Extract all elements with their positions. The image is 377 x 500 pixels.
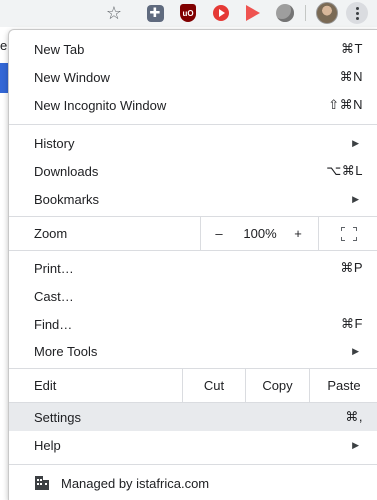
menu-separator (9, 250, 377, 251)
menu-item-label: Help (34, 437, 61, 453)
zoom-level: 100% (237, 217, 283, 250)
youtube-extension-icon[interactable] (211, 3, 231, 23)
menu-item-label: Print… (34, 260, 74, 276)
menu-item-find[interactable]: Find… ⌘F (9, 310, 377, 338)
menu-item-label: History (34, 135, 75, 151)
zoom-label: Zoom (34, 226, 68, 241)
menu-item-settings[interactable]: Settings ⌘, (9, 403, 377, 431)
edit-row: Edit Cut Copy Paste (9, 369, 377, 402)
puzzle-extension-glyph: ✚ (146, 4, 164, 22)
zoom-out-button[interactable]: – (208, 217, 230, 250)
chevron-right-icon: ▶ (352, 439, 359, 450)
gray-extension-icon[interactable] (275, 3, 295, 23)
zoom-level-value: 100% (243, 226, 277, 241)
copy-button[interactable]: Copy (246, 369, 309, 402)
managed-by-label: Managed by istafrica.com (61, 476, 210, 491)
zoom-row: Zoom – 100% + (9, 217, 377, 250)
menu-item-help[interactable]: Help ▶ (9, 431, 377, 459)
chevron-right-icon: ▶ (352, 137, 359, 148)
zoom-out-label: – (215, 226, 223, 241)
page-blue-strip (0, 63, 8, 93)
menu-item-label: Find… (34, 316, 73, 332)
menu-item-label: Settings (34, 409, 81, 425)
zoom-in-label: + (294, 226, 302, 241)
chevron-right-icon: ▶ (352, 193, 359, 204)
menu-separator (9, 124, 377, 125)
fullscreen-icon (340, 226, 357, 241)
copy-label: Copy (262, 378, 293, 393)
star-icon[interactable]: ☆ (104, 3, 124, 23)
cut-button[interactable]: Cut (183, 369, 245, 402)
more-menu-icon[interactable] (346, 2, 368, 24)
ublock-icon[interactable]: uO (178, 3, 198, 23)
menu-item-new-incognito[interactable]: New Incognito Window ⇧⌘N (9, 91, 377, 119)
fullscreen-button[interactable] (319, 217, 377, 250)
menu-item-label: New Incognito Window (34, 97, 167, 113)
menu-item-new-tab[interactable]: New Tab ⌘T (9, 35, 377, 63)
profile-avatar[interactable] (316, 2, 338, 24)
paste-button[interactable]: Paste (310, 369, 377, 402)
menu-item-shortcut: ⌘, (345, 409, 363, 424)
chevron-right-icon: ▶ (352, 345, 359, 356)
play-extension-icon[interactable] (243, 3, 263, 23)
chrome-main-menu: New Tab ⌘T New Window ⌘N New Incognito W… (8, 29, 377, 500)
page-partial-text: e (0, 38, 8, 53)
menu-separator (9, 464, 377, 465)
menu-item-shortcut: ⌘P (340, 260, 363, 275)
menu-item-print[interactable]: Print… ⌘P (9, 254, 377, 282)
puzzle-extension-icon[interactable]: ✚ (145, 3, 165, 23)
menu-item-bookmarks[interactable]: Bookmarks ▶ (9, 185, 377, 213)
cut-label: Cut (203, 378, 225, 393)
menu-item-shortcut: ⌘T (341, 41, 363, 56)
menu-item-label: More Tools (34, 343, 98, 359)
edit-label: Edit (34, 378, 57, 393)
menu-item-label: New Window (34, 69, 110, 85)
menu-item-cast[interactable]: Cast… (9, 282, 377, 310)
ublock-glyph: uO (180, 4, 196, 22)
menu-item-label: Cast… (34, 288, 74, 304)
menu-item-shortcut: ⌘N (339, 69, 363, 84)
menu-item-history[interactable]: History ▶ (9, 129, 377, 157)
zoom-divider (200, 217, 201, 250)
browser-toolbar: ☆ ✚ uO (0, 0, 377, 27)
menu-item-shortcut: ⇧⌘N (328, 97, 363, 112)
menu-item-downloads[interactable]: Downloads ⌥⌘L (9, 157, 377, 185)
toolbar-divider (305, 5, 306, 21)
paste-label: Paste (327, 378, 361, 393)
zoom-in-button[interactable]: + (287, 217, 309, 250)
menu-item-label: Bookmarks (34, 191, 100, 207)
building-icon (35, 476, 49, 490)
menu-item-shortcut: ⌥⌘L (326, 163, 363, 178)
menu-item-label: Downloads (34, 163, 99, 179)
menu-item-new-window[interactable]: New Window ⌘N (9, 63, 377, 91)
menu-item-label: New Tab (34, 41, 85, 57)
managed-by-info[interactable]: Managed by istafrica.com (9, 468, 377, 498)
menu-item-shortcut: ⌘F (341, 316, 363, 331)
menu-item-more-tools[interactable]: More Tools ▶ (9, 337, 377, 365)
